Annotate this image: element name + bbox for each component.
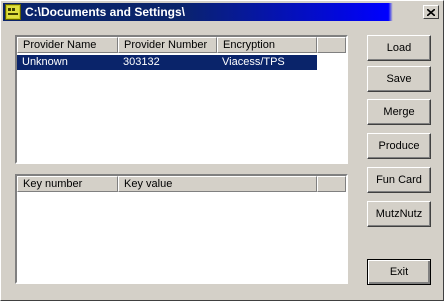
provider-name-cell: Unknown — [22, 56, 68, 68]
column-provider-number[interactable]: Provider Number — [118, 37, 217, 53]
merge-button[interactable]: Merge — [367, 99, 431, 125]
provider-list-header: Provider Name Provider Number Encryption — [17, 37, 346, 53]
column-key-value[interactable]: Key value — [118, 176, 317, 192]
provider-number-cell: 303132 — [123, 56, 160, 68]
window-title: C:\Documents and Settings\ — [25, 5, 186, 19]
app-icon — [5, 4, 21, 20]
save-button[interactable]: Save — [367, 66, 431, 92]
provider-list[interactable]: Provider Name Provider Number Encryption… — [15, 35, 348, 164]
load-button[interactable]: Load — [367, 35, 431, 61]
encryption-cell: Viacess/TPS — [222, 56, 285, 68]
main-window: C:\Documents and Settings\ Provider Name… — [0, 0, 444, 301]
column-filler — [317, 37, 346, 53]
fun-card-button[interactable]: Fun Card — [367, 167, 431, 193]
key-list[interactable]: Key number Key value — [15, 174, 348, 284]
table-row[interactable]: Unknown 303132 Viacess/TPS — [17, 55, 317, 70]
column-filler — [317, 176, 346, 192]
column-key-number[interactable]: Key number — [17, 176, 118, 192]
exit-button[interactable]: Exit — [367, 259, 431, 285]
key-list-header: Key number Key value — [17, 176, 346, 192]
close-icon — [427, 8, 435, 16]
mutznutz-button[interactable]: MutzNutz — [367, 201, 431, 227]
title-bar[interactable]: C:\Documents and Settings\ — [3, 3, 441, 21]
produce-button[interactable]: Produce — [367, 133, 431, 159]
column-encryption[interactable]: Encryption — [217, 37, 317, 53]
close-button[interactable] — [423, 5, 439, 19]
column-provider-name[interactable]: Provider Name — [17, 37, 118, 53]
